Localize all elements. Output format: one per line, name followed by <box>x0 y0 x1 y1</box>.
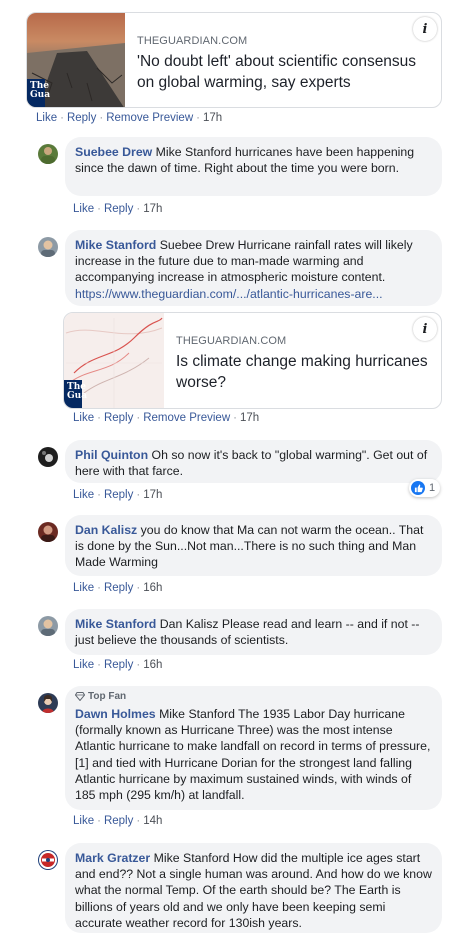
avatar[interactable] <box>38 237 58 257</box>
reply-link[interactable]: Reply <box>104 203 133 215</box>
post-actions: Like · Reply · Remove Preview · 17h <box>36 112 223 124</box>
info-icon[interactable]: i <box>413 317 437 341</box>
info-icon[interactable]: i <box>413 17 437 41</box>
like-link[interactable]: Like <box>73 489 94 501</box>
like-link[interactable]: Like <box>73 659 94 671</box>
comment-bubble: Phil Quinton Oh so now it's back to "glo… <box>65 440 442 483</box>
comment-author[interactable]: Mike Stanford <box>75 238 156 252</box>
timestamp: 17h <box>143 489 163 501</box>
timestamp: 17h <box>143 203 163 215</box>
comment-author[interactable]: Mark Gratzer <box>75 851 150 865</box>
avatar[interactable] <box>38 850 58 870</box>
like-link[interactable]: Like <box>73 412 94 424</box>
link-title: Is climate change making hurricanes wors… <box>176 353 428 391</box>
avatar[interactable] <box>38 616 58 636</box>
guardian-logo: The Gua <box>64 380 87 408</box>
link-thumbnail: The Gua <box>64 313 164 408</box>
top-fan-badge: Top Fan <box>75 691 126 702</box>
comment-author[interactable]: Phil Quinton <box>75 448 148 462</box>
comment-bubble: Mike Stanford Dan Kalisz Please read and… <box>65 609 442 655</box>
link-domain: THEGUARDIAN.COM <box>137 35 248 47</box>
link-title: 'No doubt left' about scientific consens… <box>137 53 417 91</box>
comment-actions: Like · Reply · 16h <box>73 659 163 671</box>
guardian-logo: The Gua <box>27 79 50 107</box>
comment-actions: Like · Reply · 16h <box>73 582 163 594</box>
comment-actions: Like · Reply · 17h <box>73 203 163 215</box>
reply-link[interactable]: Reply <box>104 489 133 501</box>
comment-text: Mike Stanford The 1935 Labor Day hurrica… <box>75 707 431 803</box>
timestamp: 17h <box>202 112 223 124</box>
timestamp: 14h <box>143 815 163 827</box>
reply-link[interactable]: Reply <box>104 815 133 827</box>
avatar[interactable] <box>38 522 58 542</box>
comment-bubble: Dawn Holmes Mike Stanford The 1935 Labor… <box>65 686 442 810</box>
like-link[interactable]: Like <box>73 582 94 594</box>
comment-author[interactable]: Dan Kalisz <box>75 523 137 537</box>
link-preview-card[interactable]: The Gua THEGUARDIAN.COM 'No doubt left' … <box>26 12 442 108</box>
link-thumbnail: The Gua <box>27 13 125 107</box>
comment-bubble: Suebee Drew Mike Stanford hurricanes hav… <box>65 137 442 196</box>
avatar[interactable] <box>38 144 58 164</box>
comment-author[interactable]: Suebee Drew <box>75 145 152 159</box>
thumbs-up-icon <box>411 481 425 495</box>
link-preview-card[interactable]: The Gua THEGUARDIAN.COM Is climate chang… <box>63 312 442 409</box>
diamond-icon <box>75 692 85 701</box>
link-domain: THEGUARDIAN.COM <box>176 335 287 347</box>
comment-bubble: Dan Kalisz you do know that Ma can not w… <box>65 515 442 576</box>
like-link[interactable]: Like <box>73 203 94 215</box>
like-link[interactable]: Like <box>36 112 57 124</box>
comment-url-link[interactable]: https://www.theguardian.com/.../atlantic… <box>75 287 383 301</box>
reply-link[interactable]: Reply <box>104 659 133 671</box>
comment-actions: Like · Reply · 14h <box>73 815 163 827</box>
reaction-number: 1 <box>429 482 436 494</box>
reply-link[interactable]: Reply <box>67 112 96 124</box>
avatar[interactable] <box>38 693 58 713</box>
like-link[interactable]: Like <box>73 815 94 827</box>
remove-preview-link[interactable]: Remove Preview <box>106 112 193 124</box>
comment-author[interactable]: Dawn Holmes <box>75 707 156 721</box>
avatar[interactable] <box>38 447 58 467</box>
comment-bubble: Mike Stanford Suebee Drew Hurricane rain… <box>65 230 442 306</box>
timestamp: 16h <box>143 582 163 594</box>
reaction-count[interactable]: 1 <box>409 479 441 497</box>
comment-bubble: Mark Gratzer Mike Stanford How did the m… <box>65 843 442 933</box>
reply-link[interactable]: Reply <box>104 412 133 424</box>
remove-preview-link[interactable]: Remove Preview <box>143 412 230 424</box>
comment-actions: Like · Reply · Remove Preview · 17h <box>73 412 260 424</box>
reply-link[interactable]: Reply <box>104 582 133 594</box>
timestamp: 17h <box>239 412 260 424</box>
comment-author[interactable]: Mike Stanford <box>75 617 156 631</box>
timestamp: 16h <box>143 659 163 671</box>
comment-actions: Like · Reply · 17h <box>73 489 163 501</box>
